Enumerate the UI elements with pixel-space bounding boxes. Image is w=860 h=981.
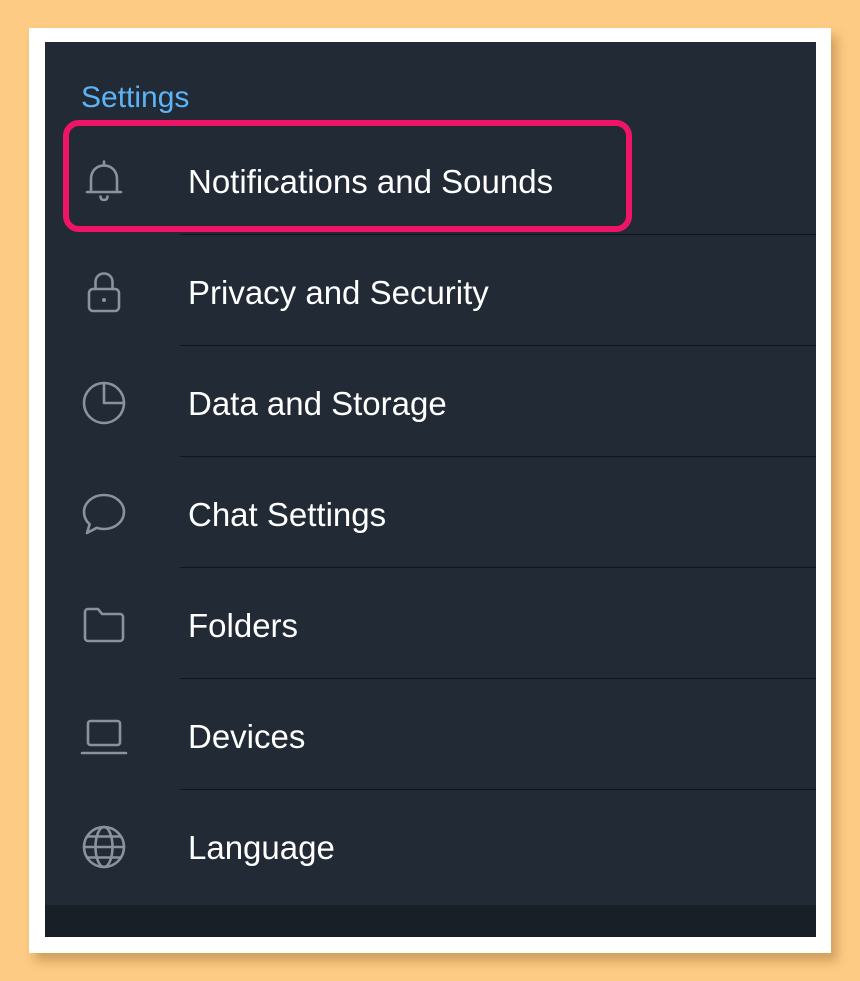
- globe-icon: [79, 822, 129, 872]
- settings-item-chat[interactable]: Chat Settings: [45, 457, 816, 568]
- bell-icon: [79, 156, 129, 206]
- folder-icon: [79, 600, 129, 650]
- pie-chart-icon: [79, 378, 129, 428]
- settings-item-label: Folders: [188, 607, 299, 644]
- settings-item-data-storage[interactable]: Data and Storage: [45, 346, 816, 457]
- section-separator: [45, 905, 816, 937]
- laptop-icon: [79, 711, 129, 761]
- settings-item-language[interactable]: Language: [45, 790, 816, 901]
- section-title: Settings: [81, 81, 190, 114]
- lock-icon: [79, 267, 129, 317]
- settings-item-folders[interactable]: Folders: [45, 568, 816, 679]
- settings-item-label: Notifications and Sounds: [188, 163, 554, 200]
- settings-screen: Settings Notifications and Sounds Privac…: [45, 42, 816, 937]
- settings-item-label: Devices: [188, 718, 306, 755]
- settings-item-label: Data and Storage: [188, 385, 447, 422]
- settings-item-notifications[interactable]: Notifications and Sounds: [45, 124, 816, 235]
- settings-item-label: Language: [188, 829, 335, 866]
- settings-item-privacy[interactable]: Privacy and Security: [45, 235, 816, 346]
- settings-item-devices[interactable]: Devices: [45, 679, 816, 790]
- settings-item-label: Chat Settings: [188, 496, 387, 533]
- settings-item-label: Privacy and Security: [188, 274, 489, 311]
- chat-bubble-icon: [79, 489, 129, 539]
